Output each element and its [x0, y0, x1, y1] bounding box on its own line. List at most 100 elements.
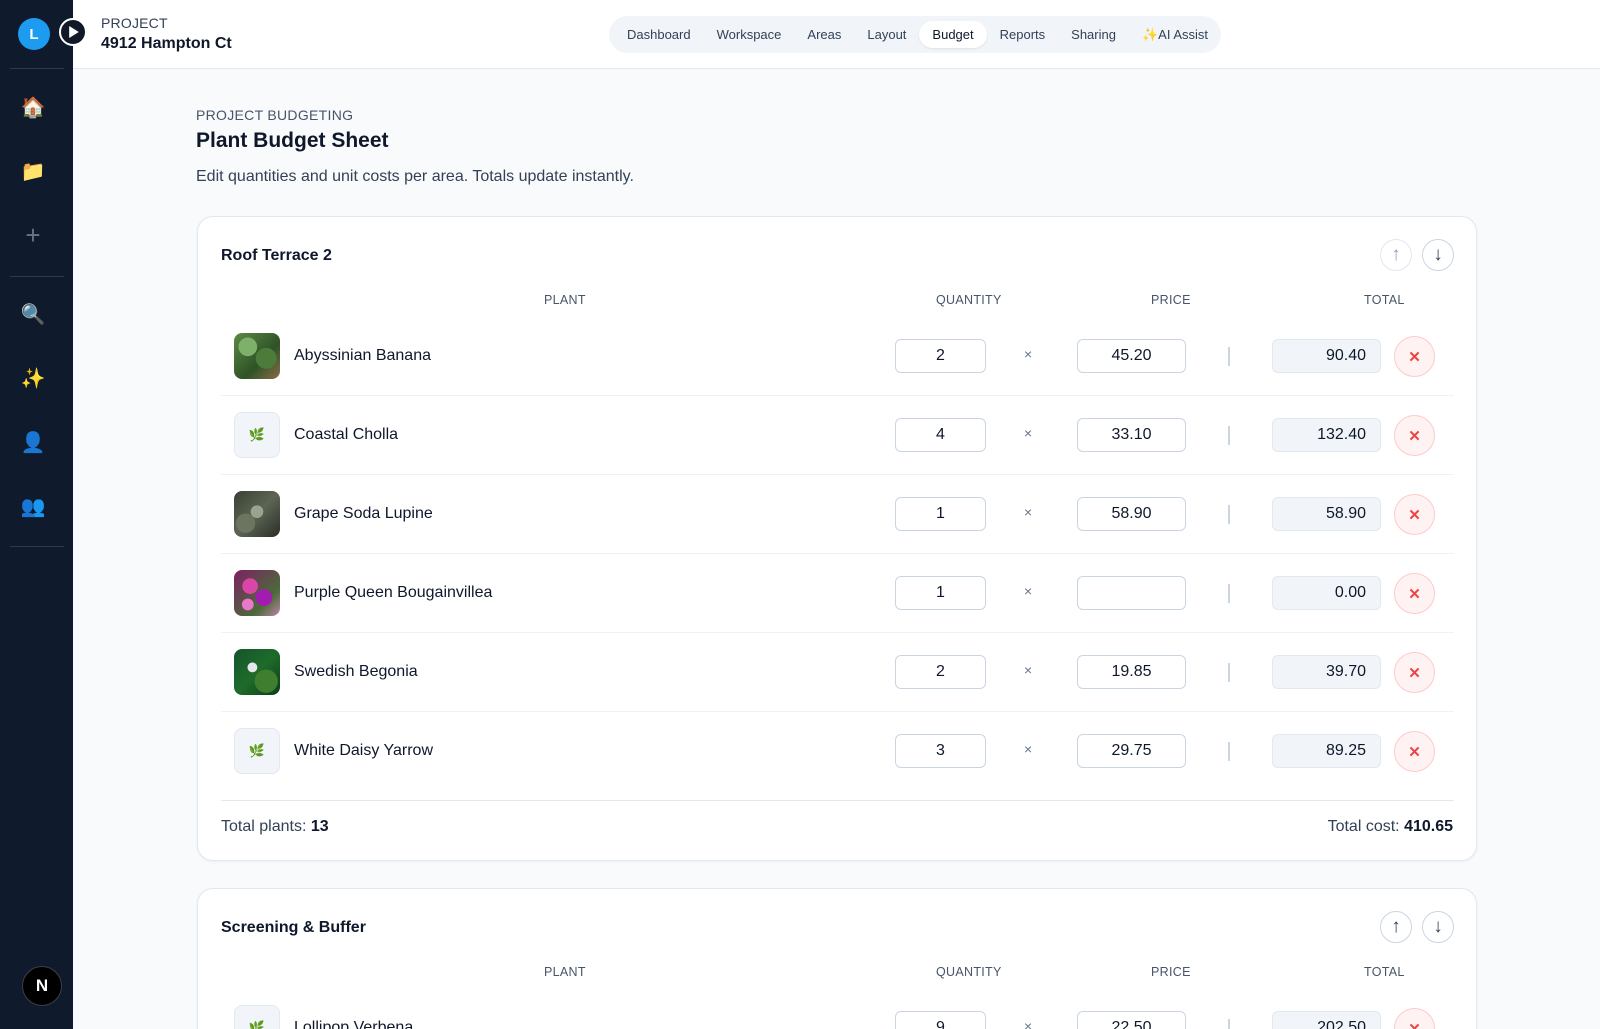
divider — [1228, 347, 1230, 366]
column-header-total: TOTAL — [1364, 965, 1405, 979]
arrow-down-icon: ↓ — [1433, 916, 1443, 937]
table-row: 🌿 White Daisy Yarrow 3 × 29.75 89.25 ✕ — [221, 712, 1454, 791]
close-icon: ✕ — [1408, 348, 1421, 366]
quantity-input[interactable]: 2 — [895, 655, 986, 689]
divider — [1228, 505, 1230, 524]
price-input[interactable]: 58.90 — [1077, 497, 1186, 531]
next-badge[interactable]: N — [22, 966, 62, 1006]
table-row: Purple Queen Bougainvillea 1 × 0.00 ✕ — [221, 554, 1454, 633]
column-header-price: PRICE — [1151, 965, 1191, 979]
plant-name: Lollipop Verbena — [294, 1019, 414, 1029]
plant-name: Coastal Cholla — [294, 426, 399, 443]
quantity-input[interactable]: 1 — [895, 576, 986, 610]
column-header-quantity: QUANTITY — [936, 965, 1002, 979]
area-title: Roof Terrace 2 — [221, 247, 332, 264]
total-cost: Total cost: 410.65 — [1328, 818, 1453, 836]
table-row: Abyssinian Banana 2 × 45.20 90.40 ✕ — [221, 317, 1454, 396]
folder-icon[interactable]: 📁 — [17, 155, 49, 187]
row-total: 0.00 — [1272, 576, 1381, 610]
remove-plant-button[interactable]: ✕ — [1394, 494, 1435, 535]
tab-sharing[interactable]: Sharing — [1058, 21, 1129, 48]
add-icon[interactable]: + — [17, 219, 49, 251]
price-input[interactable]: 22.50 — [1077, 1011, 1186, 1029]
page-subtitle: Edit quantities and unit costs per area.… — [196, 168, 634, 185]
multiply-sign: × — [1024, 1018, 1033, 1029]
row-total: 132.40 — [1272, 418, 1381, 452]
main-nav: Dashboard Workspace Areas Layout Budget … — [609, 16, 1221, 53]
row-total: 39.70 — [1272, 655, 1381, 689]
plant-name: Abyssinian Banana — [294, 347, 431, 364]
close-icon: ✕ — [1408, 506, 1421, 524]
tab-dashboard[interactable]: Dashboard — [614, 21, 704, 48]
sprout-icon: 🌿 — [234, 728, 280, 774]
play-icon — [69, 26, 79, 38]
plant-photo — [234, 491, 280, 537]
total-plants-label: Total plants: — [221, 818, 311, 835]
divider — [1228, 742, 1230, 761]
plant-photo — [234, 649, 280, 695]
move-up-button[interactable]: ↑ — [1380, 911, 1412, 943]
close-icon: ✕ — [1408, 427, 1421, 445]
table-row: Swedish Begonia 2 × 19.85 39.70 ✕ — [221, 633, 1454, 712]
arrow-up-icon: ↑ — [1391, 916, 1401, 937]
row-total: 58.90 — [1272, 497, 1381, 531]
sidebar-divider — [10, 68, 64, 69]
page-eyebrow: PROJECT BUDGETING — [196, 107, 354, 123]
quantity-input[interactable]: 2 — [895, 339, 986, 373]
multiply-sign: × — [1024, 504, 1033, 520]
divider — [1228, 663, 1230, 682]
plant-name: Purple Queen Bougainvillea — [294, 584, 493, 601]
remove-plant-button[interactable]: ✕ — [1394, 415, 1435, 456]
play-button[interactable] — [59, 18, 87, 46]
remove-plant-button[interactable]: ✕ — [1394, 1008, 1435, 1029]
multiply-sign: × — [1024, 425, 1033, 441]
quantity-input[interactable]: 3 — [895, 734, 986, 768]
column-header-price: PRICE — [1151, 293, 1191, 307]
tab-ai-assist[interactable]: ✨AI Assist — [1129, 21, 1221, 49]
home-icon[interactable]: 🏠 — [17, 91, 49, 123]
quantity-input[interactable]: 9 — [895, 1011, 986, 1029]
tab-areas[interactable]: Areas — [794, 21, 854, 48]
move-down-button[interactable]: ↓ — [1422, 911, 1454, 943]
row-total: 90.40 — [1272, 339, 1381, 373]
close-icon: ✕ — [1408, 664, 1421, 682]
area-card: Roof Terrace 2 ↑ ↓ PLANT QUANTITY PRICE … — [197, 216, 1477, 861]
users-icon[interactable]: 👥 — [17, 490, 49, 522]
remove-plant-button[interactable]: ✕ — [1394, 731, 1435, 772]
price-input[interactable]: 29.75 — [1077, 734, 1186, 768]
column-header-plant: PLANT — [544, 965, 586, 979]
tab-budget[interactable]: Budget — [919, 21, 987, 48]
move-down-button[interactable]: ↓ — [1422, 239, 1454, 271]
multiply-sign: × — [1024, 741, 1033, 757]
search-icon[interactable]: 🔍 — [17, 298, 49, 330]
close-icon: ✕ — [1408, 743, 1421, 761]
plant-photo — [234, 333, 280, 379]
user-icon[interactable]: 👤 — [17, 426, 49, 458]
column-header-total: TOTAL — [1364, 293, 1405, 307]
total-plants: Total plants: 13 — [221, 818, 329, 836]
area-title: Screening & Buffer — [221, 919, 366, 936]
footer-divider — [221, 800, 1454, 801]
remove-plant-button[interactable]: ✕ — [1394, 336, 1435, 377]
tab-reports[interactable]: Reports — [987, 21, 1059, 48]
table-row: 🌿 Lollipop Verbena 9 × 22.50 202.50 ✕ — [221, 989, 1454, 1029]
divider — [1228, 426, 1230, 445]
tab-layout[interactable]: Layout — [854, 21, 919, 48]
divider — [1228, 1019, 1230, 1029]
price-input[interactable]: 33.10 — [1077, 418, 1186, 452]
user-avatar[interactable]: L — [18, 18, 50, 50]
price-input[interactable]: 45.20 — [1077, 339, 1186, 373]
divider — [1228, 584, 1230, 603]
quantity-input[interactable]: 1 — [895, 497, 986, 531]
move-up-button[interactable]: ↑ — [1380, 239, 1412, 271]
price-input[interactable] — [1077, 576, 1186, 610]
quantity-input[interactable]: 4 — [895, 418, 986, 452]
area-card: Screening & Buffer ↑ ↓ PLANT QUANTITY PR… — [197, 888, 1477, 1029]
sprout-icon: 🌿 — [234, 1005, 280, 1029]
sparkles-icon[interactable]: ✨ — [17, 362, 49, 394]
remove-plant-button[interactable]: ✕ — [1394, 652, 1435, 693]
price-input[interactable]: 19.85 — [1077, 655, 1186, 689]
tab-workspace[interactable]: Workspace — [704, 21, 795, 48]
remove-plant-button[interactable]: ✕ — [1394, 573, 1435, 614]
table-row: 🌿 Coastal Cholla 4 × 33.10 132.40 ✕ — [221, 396, 1454, 475]
